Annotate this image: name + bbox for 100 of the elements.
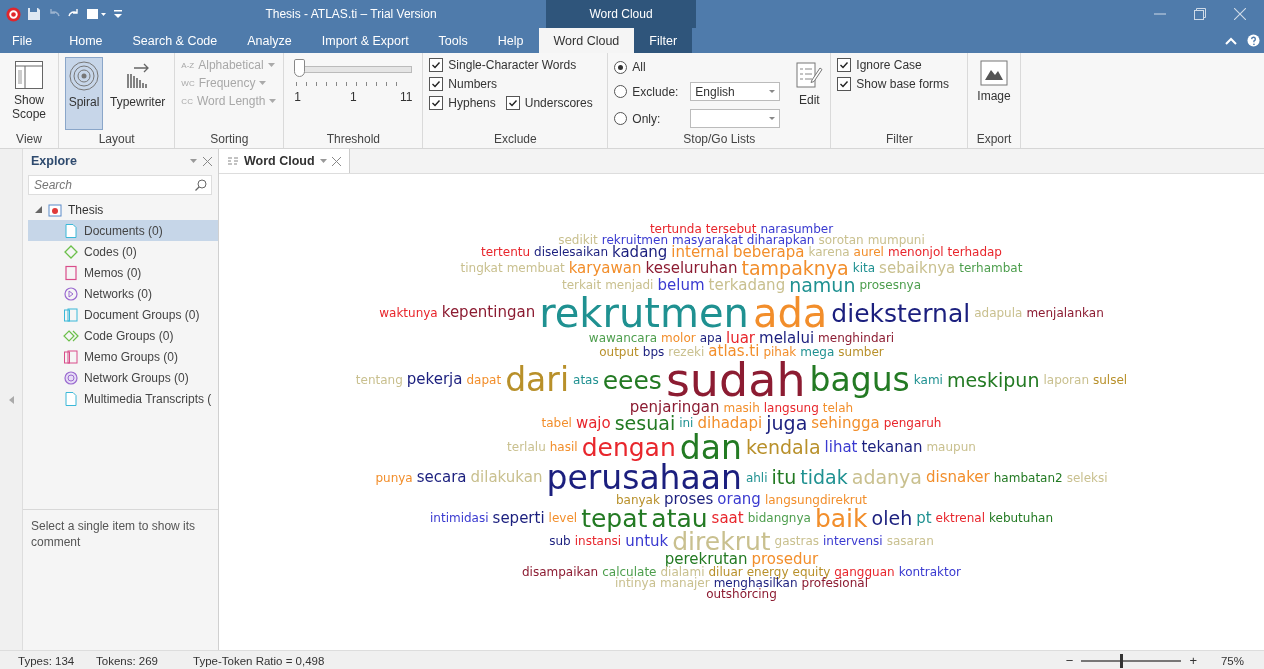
- zoom-slider[interactable]: [1081, 653, 1182, 668]
- cloud-word: equity: [792, 567, 831, 578]
- tree-item[interactable]: Documents (0): [28, 220, 218, 241]
- cloud-word: seperti: [492, 511, 545, 526]
- transcript-icon: [63, 390, 79, 407]
- layout-button[interactable]: Typewriter: [107, 57, 169, 130]
- checkbox[interactable]: [505, 96, 520, 110]
- cloud-word: tekanan: [861, 440, 923, 455]
- cloud-word: rekruitmen: [601, 234, 668, 246]
- checkbox[interactable]: [837, 58, 852, 72]
- menu-tab[interactable]: Search & Code: [117, 28, 233, 53]
- cloud-word: secara: [416, 471, 467, 486]
- layout-button[interactable]: Spiral: [65, 57, 103, 130]
- slider-thumb[interactable]: [294, 59, 306, 77]
- cloud-word: maupun: [926, 442, 976, 454]
- tree-item-label: Multimedia Transcripts (: [84, 391, 212, 406]
- tree-item-label: Memos (0): [84, 265, 142, 280]
- checkbox-option[interactable]: Hyphens: [429, 96, 496, 110]
- cloud-word: sasaran: [886, 536, 934, 548]
- panel-title: Explore: [31, 154, 77, 168]
- cloud-word: langsung: [763, 402, 819, 414]
- cloud-word: manajer: [660, 578, 710, 590]
- tree-item[interactable]: Document Groups (0): [28, 304, 218, 325]
- checkbox-option[interactable]: Single-Character Words: [429, 58, 593, 72]
- cloud-word: perekrutan: [664, 553, 748, 567]
- close-icon[interactable]: [203, 156, 212, 166]
- cloud-word: bps: [642, 346, 665, 358]
- restore-icon[interactable]: [1194, 8, 1206, 20]
- cloud-word: punya: [375, 472, 413, 484]
- cloud-word: untuk: [625, 534, 669, 549]
- customize-icon[interactable]: [113, 8, 123, 20]
- tree-item[interactable]: Network Groups (0): [28, 367, 218, 388]
- zoom-in-button[interactable]: +: [1187, 653, 1199, 668]
- cloud-word: membuat: [506, 263, 565, 274]
- cloud-word: pekerja: [406, 373, 463, 388]
- threshold-slider[interactable]: [294, 59, 413, 79]
- tree-item[interactable]: Memos (0): [28, 262, 218, 283]
- cloud-word: narasumber: [760, 223, 834, 235]
- checkmark-icon: [507, 98, 518, 108]
- cloud-word: energy: [746, 567, 789, 578]
- menu-tab[interactable]: Analyze: [232, 28, 307, 53]
- cloud-word: ada: [752, 294, 828, 332]
- tree-item[interactable]: Thesis: [68, 202, 104, 217]
- edit-button[interactable]: Edit: [792, 57, 827, 130]
- zoom-thumb[interactable]: [1120, 653, 1124, 668]
- tree-item[interactable]: Code Groups (0): [28, 325, 218, 346]
- menu-tab[interactable]: Home: [54, 28, 118, 53]
- cloud-word: tersebut: [705, 223, 757, 235]
- cloud-word: prosedur: [751, 553, 819, 567]
- checkbox[interactable]: [837, 77, 852, 91]
- cloud-word: tampaknya: [741, 259, 849, 278]
- cloud-word: intimidasi: [430, 513, 489, 525]
- document-icon: [63, 222, 79, 239]
- tree-item[interactable]: Codes (0): [28, 241, 218, 262]
- cloud-word: orang: [717, 493, 761, 508]
- cloud-word: proses: [663, 493, 714, 508]
- menu-tab[interactable]: Import & Export: [306, 28, 424, 53]
- tree-item[interactable]: Networks (0): [28, 283, 218, 304]
- radio-option[interactable]: Only:: [614, 111, 691, 126]
- radio-option[interactable]: All: [614, 60, 691, 74]
- tree-item-label: Code Groups (0): [84, 328, 174, 343]
- cloud-word: diselesaikan: [534, 247, 608, 259]
- zoom-out-button[interactable]: −: [1063, 653, 1076, 668]
- document-tab[interactable]: Word Cloud: [219, 149, 350, 173]
- cloud-word: terhadap: [947, 247, 1002, 259]
- cloud-word: intinya: [614, 578, 656, 590]
- cloud-word: hambatan2: [993, 472, 1063, 484]
- checkbox[interactable]: [429, 58, 444, 72]
- cloud-word: atas: [573, 374, 599, 386]
- menu-tab[interactable]: Help: [482, 28, 539, 53]
- menu-tab[interactable]: Word Cloud: [538, 28, 635, 53]
- cloud-word: output: [599, 346, 639, 358]
- image-export-button[interactable]: Image: [974, 57, 1014, 130]
- save-icon[interactable]: [27, 7, 41, 21]
- checkmark-icon: [431, 60, 442, 70]
- collapse-ribbon-icon[interactable]: [1225, 35, 1237, 46]
- search-field[interactable]: Search: [28, 175, 212, 195]
- checkbox-option[interactable]: Underscores: [505, 96, 593, 110]
- checkbox-option[interactable]: Show base forms: [837, 77, 950, 91]
- cloud-word: dan: [679, 432, 742, 464]
- list-dropdown[interactable]: English: [690, 82, 781, 101]
- menu-tab[interactable]: File: [0, 28, 55, 53]
- word-cloud-icon: [227, 156, 239, 166]
- cloud-word: langsungdirekrut: [764, 494, 868, 506]
- checkbox-option[interactable]: Ignore Case: [837, 58, 950, 72]
- dropdown-icon[interactable]: [190, 158, 197, 164]
- expand-arrow-icon[interactable]: [35, 206, 42, 213]
- radio-option[interactable]: Exclude:: [614, 84, 691, 99]
- menu-tab[interactable]: Filter: [634, 28, 693, 53]
- help-icon[interactable]: [1247, 34, 1260, 47]
- show-scope-button[interactable]: Show Scope: [6, 57, 52, 130]
- tree-item[interactable]: Memo Groups (0): [28, 346, 218, 367]
- color-swatch-icon[interactable]: [87, 8, 107, 20]
- checkbox[interactable]: [429, 77, 444, 91]
- menu-tab[interactable]: Tools: [423, 28, 483, 53]
- checkbox[interactable]: [429, 96, 444, 110]
- checkbox-option[interactable]: Numbers: [429, 77, 593, 91]
- tree-item[interactable]: Multimedia Transcripts (: [28, 388, 218, 409]
- group-label: Sorting: [209, 131, 250, 148]
- cloud-word: tentang: [355, 374, 403, 386]
